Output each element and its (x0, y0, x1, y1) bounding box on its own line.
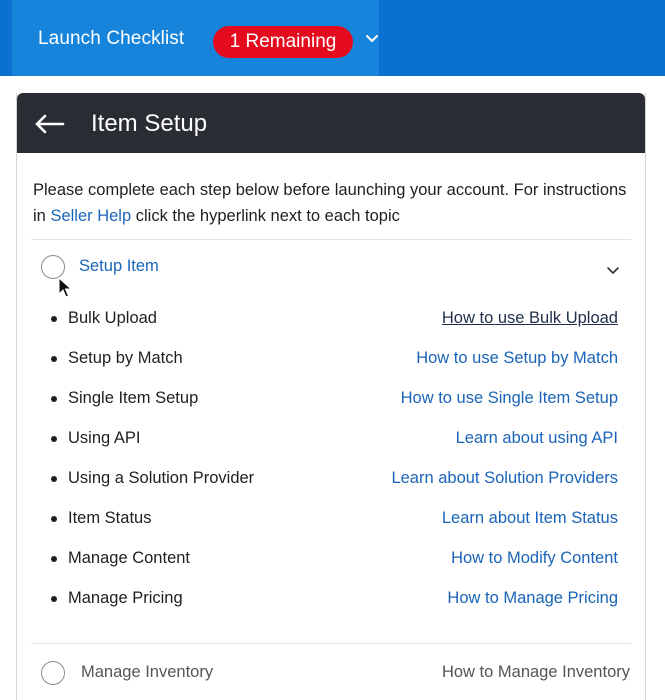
panel-header: Item Setup (17, 93, 645, 153)
bullet (51, 596, 57, 602)
item-label: Setup by Match (68, 349, 183, 367)
instructions-text: Please complete each step below before l… (33, 177, 633, 229)
bullet (51, 396, 57, 402)
list-item: Using API Learn about using API (17, 427, 647, 453)
radio-circle-icon[interactable] (41, 661, 65, 685)
remaining-badge: 1 Remaining (213, 26, 353, 58)
bullet (51, 316, 57, 322)
item-label: Single Item Setup (68, 389, 199, 407)
page-title: Item Setup (91, 110, 208, 137)
setup-item-label[interactable]: Setup Item (79, 257, 159, 276)
top-bar: Launch Checklist 1 Remaining (0, 0, 665, 76)
list-item: Using a Solution Provider Learn about So… (17, 467, 647, 493)
manage-inventory-label[interactable]: Manage Inventory (81, 663, 213, 682)
bullet (51, 516, 57, 522)
divider (31, 643, 631, 644)
arrow-left-icon[interactable] (33, 113, 67, 135)
chevron-down-icon[interactable] (605, 265, 621, 277)
radio-circle-icon[interactable] (41, 255, 65, 279)
manage-inventory-help-link[interactable]: How to Manage Inventory (442, 663, 630, 682)
list-item: Setup by Match How to use Setup by Match (17, 347, 647, 373)
bullet (51, 436, 57, 442)
item-label: Manage Content (68, 549, 191, 567)
chevron-down-icon[interactable] (362, 28, 382, 48)
list-item: Manage Pricing How to Manage Pricing (17, 587, 647, 613)
divider (31, 239, 631, 240)
item-label: Using API (68, 429, 141, 447)
help-link[interactable]: How to use Single Item Setup (401, 389, 618, 408)
item-label: Item Status (68, 509, 152, 527)
item-setup-panel: Item Setup Please complete each step bel… (16, 93, 646, 700)
help-link[interactable]: Learn about Solution Providers (391, 469, 618, 488)
help-link[interactable]: How to use Setup by Match (416, 349, 618, 368)
item-label: Using a Solution Provider (68, 469, 255, 487)
help-link[interactable]: Learn about Item Status (442, 509, 618, 528)
launch-checklist-tab[interactable]: Launch Checklist 1 Remaining (12, 0, 379, 76)
bullet (51, 476, 57, 482)
bullet (51, 356, 57, 362)
list-item: Manage Content How to Modify Content (17, 547, 647, 573)
launch-checklist-title: Launch Checklist (38, 28, 185, 49)
list-item: Item Status Learn about Item Status (17, 507, 647, 533)
bullet (51, 556, 57, 562)
list-item: Single Item Setup How to use Single Item… (17, 387, 647, 413)
list-item: Bulk Upload How to use Bulk Upload (17, 307, 647, 333)
help-link[interactable]: How to Modify Content (451, 549, 618, 568)
mouse-cursor-icon (58, 277, 73, 298)
seller-help-link[interactable]: Seller Help (50, 207, 131, 225)
help-link[interactable]: How to use Bulk Upload (442, 309, 618, 328)
item-label: Manage Pricing (68, 589, 183, 607)
intro-text-end: click the hyperlink next to each topic (131, 207, 400, 225)
help-link[interactable]: Learn about using API (456, 429, 618, 448)
help-link[interactable]: How to Manage Pricing (447, 589, 618, 608)
item-label: Bulk Upload (68, 309, 157, 327)
